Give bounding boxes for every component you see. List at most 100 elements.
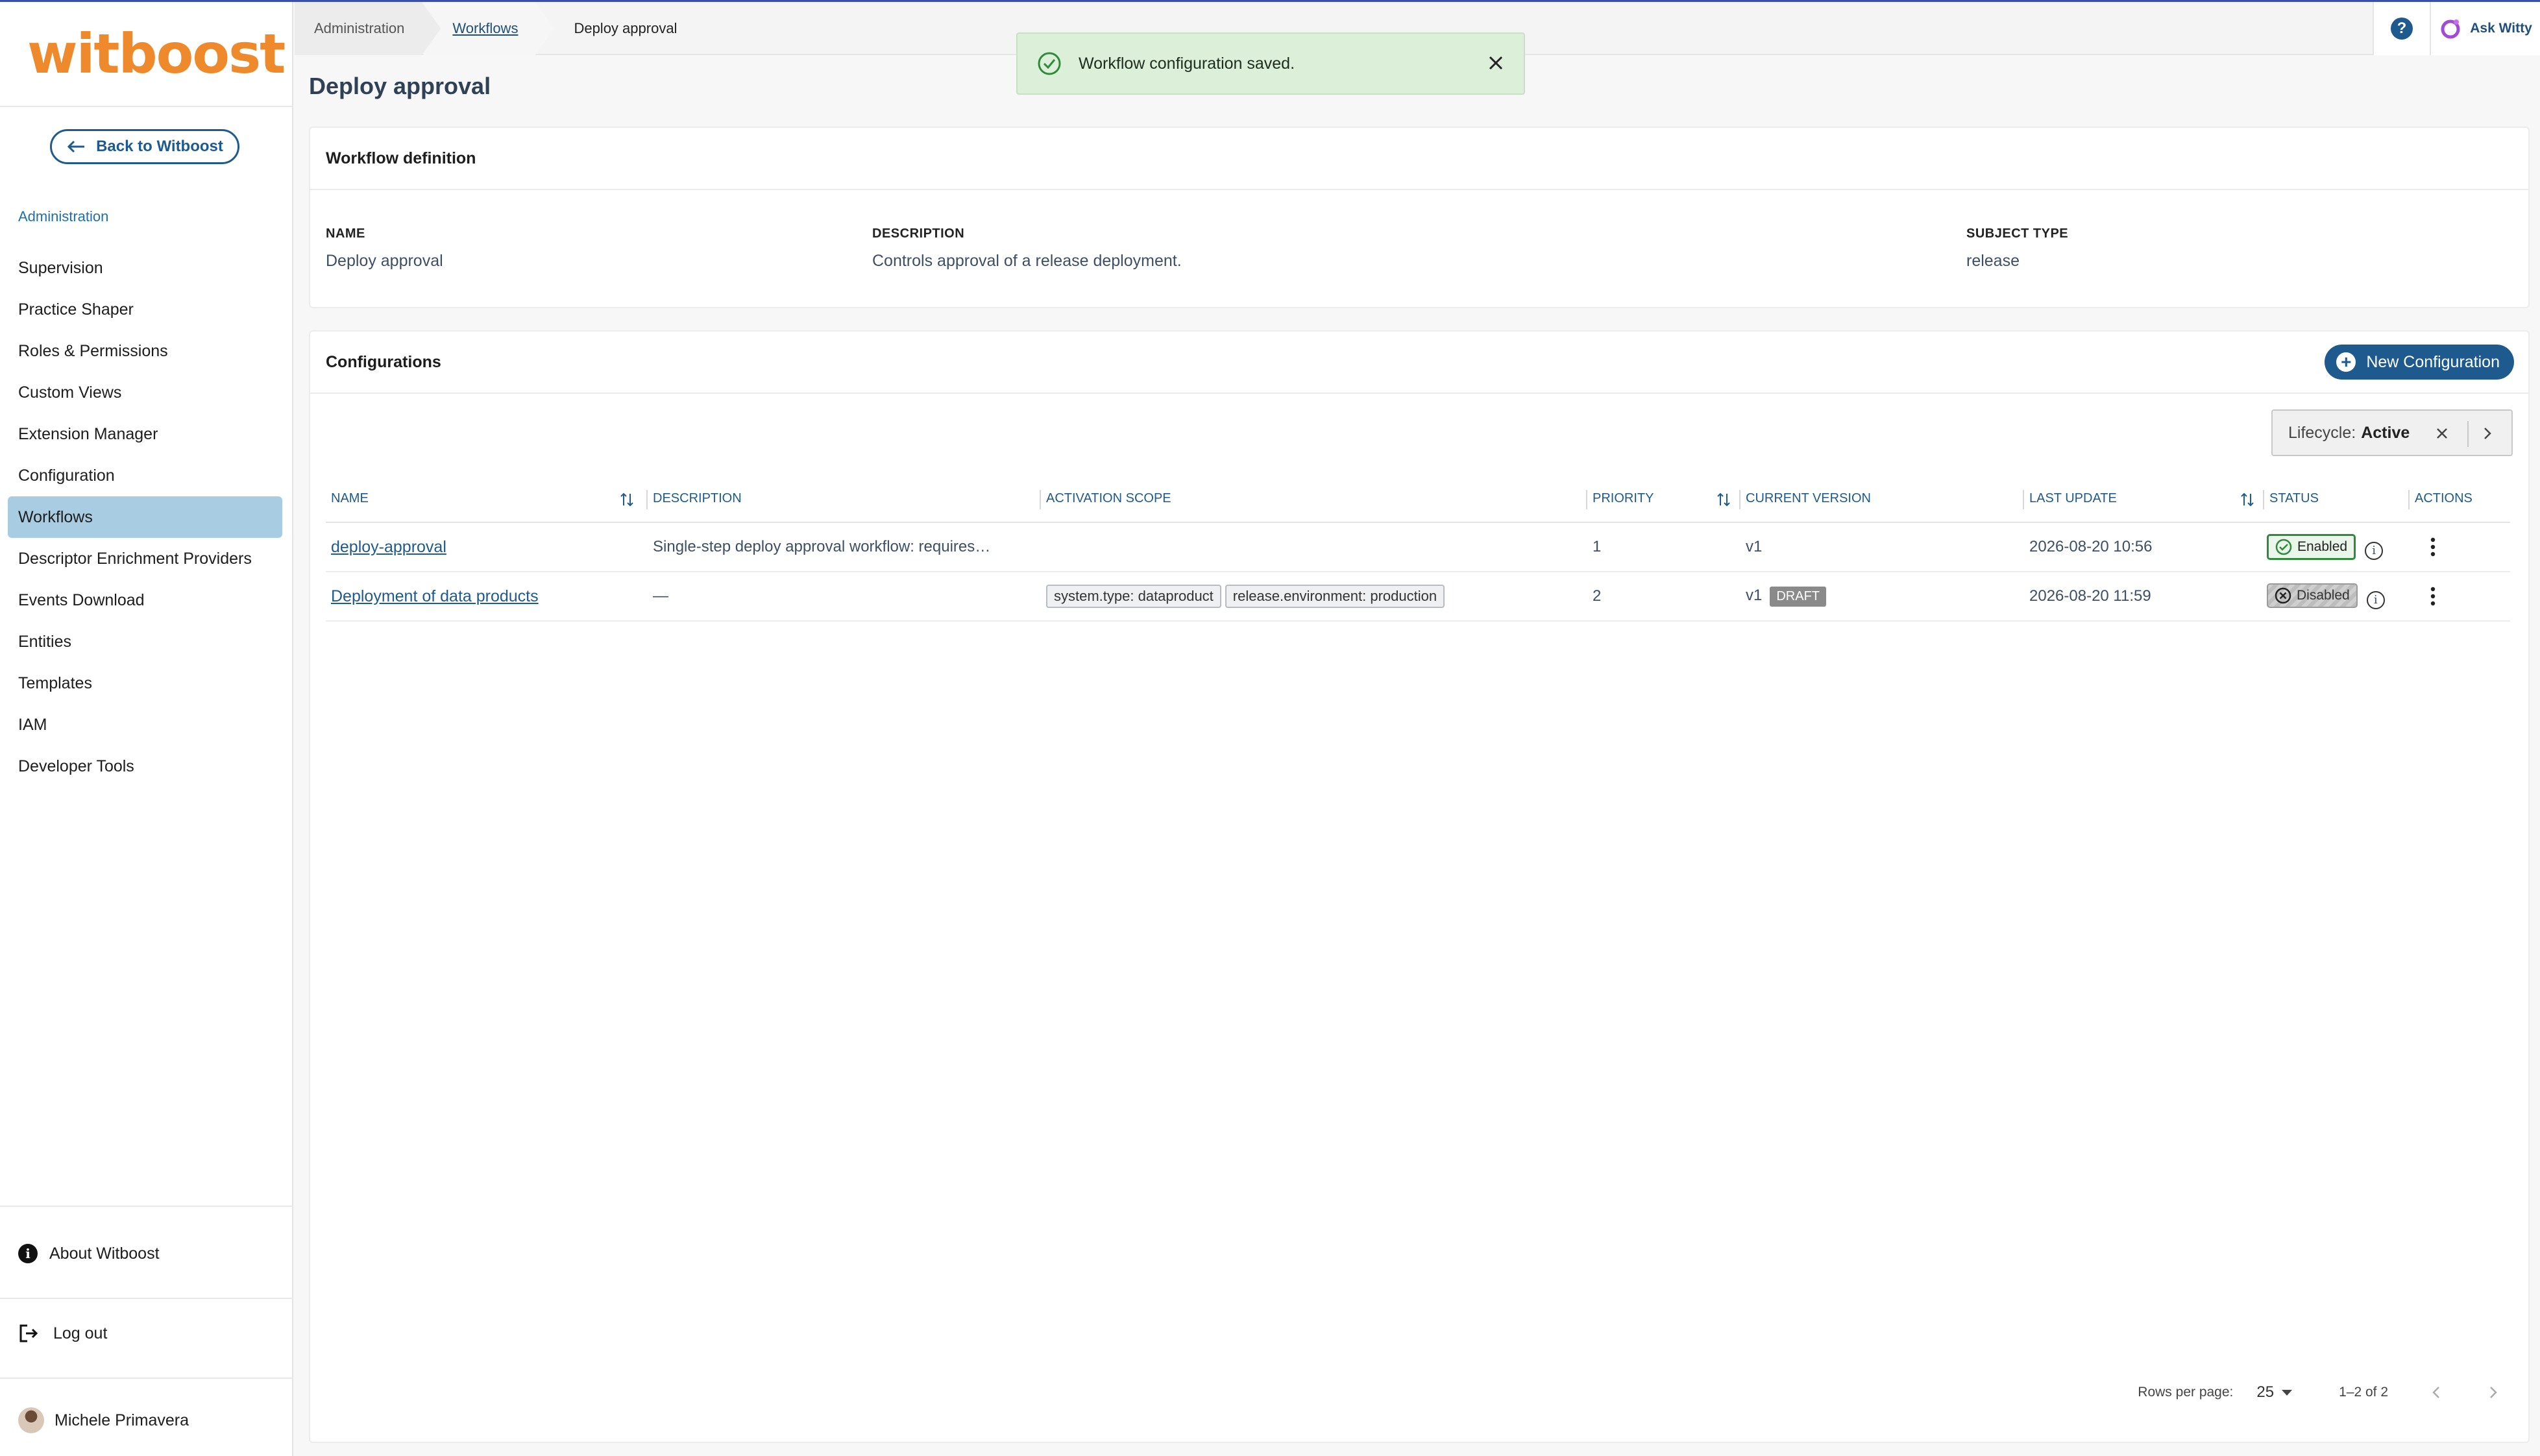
sidebar-item-roles-permissions[interactable]: Roles & Permissions — [8, 330, 282, 372]
name-value: Deploy approval — [326, 252, 443, 270]
sidebar-item-descriptor-enrichment-providers[interactable]: Descriptor Enrichment Providers — [8, 538, 282, 579]
logout-button[interactable]: Log out — [18, 1323, 107, 1344]
about-witboost-link[interactable]: i About Witboost — [18, 1244, 160, 1263]
status-badge[interactable]: Disabled — [2267, 583, 2358, 609]
cell-actions — [2410, 572, 2510, 622]
x-circle-icon — [2275, 587, 2291, 604]
cell-name: Deployment of data products — [326, 572, 648, 622]
workflow-definition-heading: Workflow definition — [310, 128, 2528, 190]
sidebar-divider — [0, 106, 293, 107]
cell-name: deploy-approval — [326, 522, 648, 572]
status-label: Disabled — [2297, 588, 2350, 603]
subject-type-label: SUBJECT TYPE — [1966, 226, 2069, 241]
name-label: NAME — [326, 226, 365, 241]
cell-version: v1 — [1740, 522, 2024, 572]
info-icon[interactable]: i — [2365, 542, 2384, 561]
sidebar-item-workflows[interactable]: Workflows — [8, 496, 282, 538]
col-name[interactable]: NAME — [326, 476, 648, 523]
pagination: Rows per page: 25 1–2 of 2 — [2138, 1383, 2502, 1402]
breadcrumb-current: Deploy approval — [574, 20, 678, 36]
cell-activation-scope: system.type: dataproduct release.environm… — [1041, 572, 1587, 622]
page-title: Deploy approval — [309, 73, 491, 99]
plus-icon: + — [2336, 352, 2356, 372]
sort-icon[interactable] — [1716, 491, 1731, 508]
version-label: v1 — [1746, 586, 1763, 604]
clear-filter-icon[interactable] — [2432, 424, 2452, 443]
configuration-link[interactable]: Deployment of data products — [331, 587, 539, 605]
toast-message: Workflow configuration saved. — [1079, 54, 1295, 73]
sidebar-divider — [0, 1298, 293, 1299]
sidebar-item-developer-tools[interactable]: Developer Tools — [8, 746, 282, 787]
avatar — [18, 1407, 44, 1433]
sidebar-item-entities[interactable]: Entities — [8, 621, 282, 662]
lifecycle-filter-chip[interactable]: Lifecycle: Active — [2271, 409, 2513, 456]
col-priority[interactable]: PRIORITY — [1587, 476, 1740, 523]
success-check-icon — [1038, 52, 1061, 75]
col-last-update[interactable]: LAST UPDATE — [2024, 476, 2264, 523]
more-actions-icon[interactable] — [2430, 587, 2436, 606]
sidebar-item-iam[interactable]: IAM — [8, 704, 282, 746]
caret-down-icon[interactable] — [2282, 1389, 2293, 1396]
user-profile[interactable]: Michele Primavera — [18, 1407, 189, 1433]
sort-icon[interactable] — [2240, 491, 2255, 508]
sort-icon[interactable] — [619, 491, 635, 508]
col-description: DESCRIPTION — [648, 476, 1041, 523]
sidebar-nav: Supervision Practice Shaper Roles & Permis… — [8, 247, 282, 787]
sidebar-item-templates[interactable]: Templates — [8, 662, 282, 704]
new-configuration-label: New Configuration — [2366, 352, 2500, 371]
lifecycle-filter-value: Active — [2361, 423, 2410, 442]
breadcrumb-administration[interactable]: Administration — [295, 2, 441, 55]
status-badge[interactable]: Enabled — [2267, 533, 2356, 560]
chevron-right-icon[interactable] — [2478, 424, 2497, 443]
info-icon[interactable]: i — [2366, 590, 2385, 609]
pagination-range: 1–2 of 2 — [2339, 1385, 2388, 1400]
cell-description: — — [648, 572, 1041, 622]
cell-activation-scope — [1041, 522, 1587, 572]
close-icon[interactable] — [1485, 52, 1507, 74]
breadcrumb-workflows[interactable]: Workflows — [422, 2, 554, 55]
cell-last-update: 2026-08-20 10:56 — [2024, 522, 2264, 572]
cell-priority: 2 — [1587, 572, 1740, 622]
more-actions-icon[interactable] — [2430, 537, 2436, 557]
table-row[interactable]: Deployment of data products — system.typ… — [326, 572, 2510, 622]
configuration-link[interactable]: deploy-approval — [331, 538, 446, 556]
new-configuration-button[interactable]: + New Configuration — [2325, 345, 2514, 380]
table-row[interactable]: deploy-approval Single-step deploy appro… — [326, 522, 2510, 572]
col-activation-scope: ACTIVATION SCOPE — [1041, 476, 1587, 523]
sidebar-item-custom-views[interactable]: Custom Views — [8, 372, 282, 413]
definition-name-field: NAME Deploy approval — [326, 226, 443, 271]
sidebar-item-events-download[interactable]: Events Download — [8, 579, 282, 621]
cell-priority: 1 — [1587, 522, 1740, 572]
witboost-logo[interactable]: witboost — [27, 21, 286, 86]
col-status: STATUS — [2264, 476, 2410, 523]
ask-witty-button[interactable]: Ask Witty — [2430, 2, 2540, 55]
rows-per-page-select[interactable]: 25 — [2256, 1383, 2274, 1401]
about-label: About Witboost — [49, 1244, 160, 1263]
sidebar-item-configuration[interactable]: Configuration — [8, 455, 282, 496]
sidebar-item-supervision[interactable]: Supervision — [8, 247, 282, 289]
cell-last-update: 2026-08-20 11:59 — [2024, 572, 2264, 622]
rows-per-page-label: Rows per page: — [2138, 1385, 2234, 1400]
back-to-witboost-button[interactable]: Back to Witboost — [50, 129, 239, 164]
description-value: Controls approval of a release deploymen… — [872, 252, 1182, 270]
col-current-version: CURRENT VERSION — [1740, 476, 2024, 523]
witty-icon — [2441, 19, 2460, 39]
scope-tag: system.type: dataproduct — [1046, 585, 1221, 608]
info-icon: i — [18, 1244, 38, 1263]
col-actions: ACTIONS — [2410, 476, 2510, 523]
configurations-card: Configurations + New Configuration Lifec… — [309, 330, 2530, 1443]
success-toast: Workflow configuration saved. — [1016, 32, 1525, 95]
workflow-definition-card: Workflow definition NAME Deploy approval… — [309, 127, 2530, 308]
logout-icon — [19, 1324, 38, 1342]
version-label: v1 — [1746, 538, 1763, 555]
chevron-left-icon[interactable] — [2427, 1383, 2447, 1402]
cell-status: Enabled i — [2264, 522, 2410, 572]
subject-type-value: release — [1966, 252, 2020, 270]
table-header-row: NAME DESCRIPTION ACTIVATION SCOPE PRIORI… — [326, 476, 2510, 523]
sidebar-item-extension-manager[interactable]: Extension Manager — [8, 413, 282, 455]
help-button[interactable]: ? — [2373, 2, 2430, 55]
chevron-right-icon[interactable] — [2483, 1383, 2502, 1402]
cell-description: Single-step deploy approval workflow: re… — [648, 522, 1041, 572]
scope-tag: release.environment: production — [1225, 585, 1445, 608]
sidebar-item-practice-shaper[interactable]: Practice Shaper — [8, 289, 282, 330]
